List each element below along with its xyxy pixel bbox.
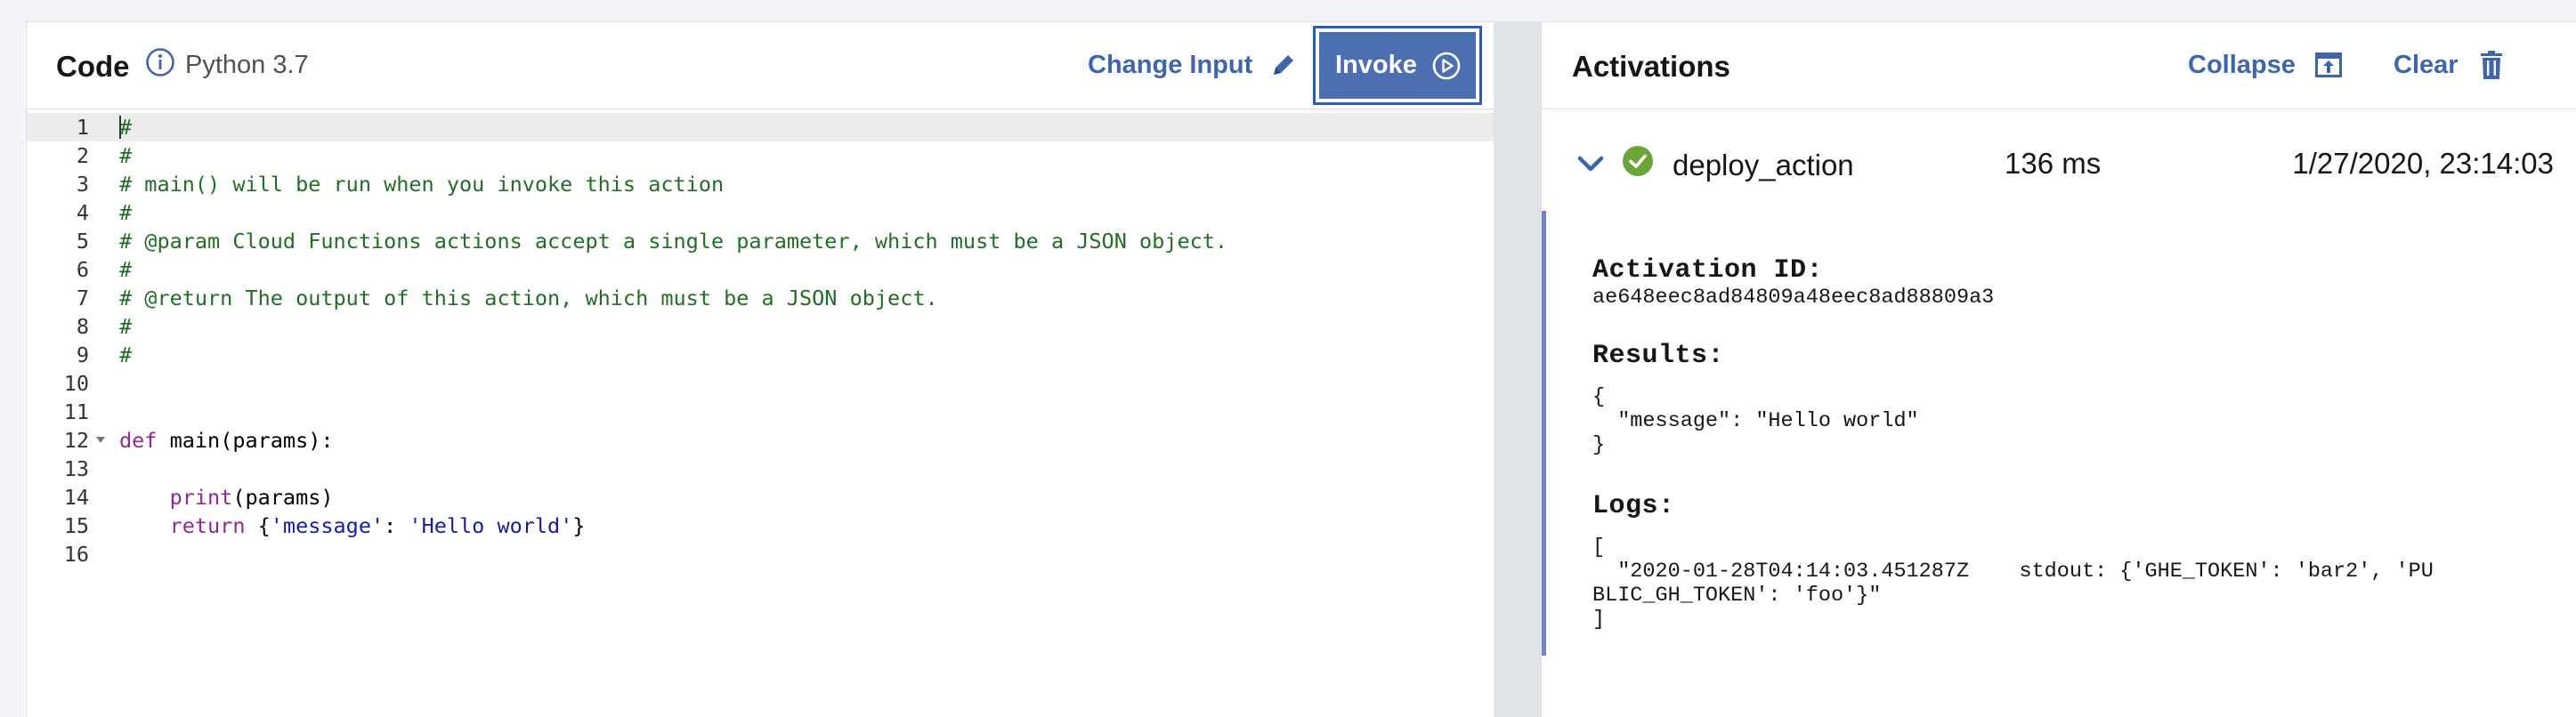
line-number: 15 [63,513,89,538]
line-number: 10 [63,371,89,396]
code-editor[interactable]: 1 #2 #3 # main() will be run when you invok… [27,109,1494,717]
duration: 136 ms [2005,147,2102,180]
code-panel-title: Code [56,50,130,83]
logs-label: Logs: [1592,491,1675,521]
fold-arrow-icon[interactable] [96,437,105,443]
collapse-label: Collapse [2188,50,2296,79]
code-line[interactable]: 11 [27,398,1494,426]
pencil-icon [1274,55,1294,75]
results-label: Results: [1592,341,1725,371]
code-line[interactable]: 4 # [27,198,1494,227]
text-cursor [119,116,121,139]
code-text: # [119,143,133,168]
line-number: 12 [63,428,89,453]
code-line[interactable]: 13 [27,455,1494,483]
code-line[interactable]: 16 [27,540,1494,568]
timestamp: 1/27/2020, 23:14:03 [2292,147,2554,180]
activation-row[interactable]: deploy_action 136 ms 1/27/2020, 23:14:03 [1542,138,2576,200]
line-number: 3 [76,172,89,197]
line-number: 8 [76,314,89,339]
line-number: 4 [76,200,89,225]
info-icon[interactable] [145,47,175,77]
code-line[interactable]: 2 # [27,141,1494,170]
panel-divider[interactable] [1495,21,1541,717]
code-text: return {'message': 'Hello world'} [169,513,586,538]
line-number: 14 [63,485,89,510]
change-input-label: Change Input [1088,50,1253,79]
code-line[interactable]: 12 def main(params): [27,426,1494,455]
activation-id-value: ae648eec8ad84809a48eec8ad88809a3 [1592,286,1995,310]
code-line[interactable]: 7 # @return The output of this action, wh… [27,284,1494,312]
code-text: # @param Cloud Functions actions accept … [119,229,1228,254]
code-line[interactable]: 3 # main() will be run when you invoke th… [27,170,1494,198]
chevron-down-icon[interactable] [1577,156,1604,173]
activations-title: Activations [1572,50,1730,83]
line-number: 1 [76,115,89,140]
collapse-button[interactable]: Collapse [2188,44,2344,86]
code-text: # [119,314,133,339]
code-line[interactable]: 5 # @param Cloud Functions actions accept… [27,227,1494,255]
code-text: print(params) [169,485,334,510]
code-text: # [119,115,133,140]
activation-id-label: Activation ID: [1592,255,1824,286]
code-line[interactable]: 8 # [27,312,1494,341]
play-circle-icon [1432,52,1461,79]
code-line[interactable]: 9 # [27,341,1494,369]
trash-icon [2480,51,2502,79]
code-header: Code Python 3.7 Change Input Invoke [27,22,1494,109]
line-number: 5 [76,229,89,254]
code-text: # [119,342,133,367]
invoke-label: Invoke [1335,51,1417,79]
code-line[interactable]: 10 [27,369,1494,398]
action-name: deploy_action [1673,149,1854,181]
activations-panel: Activations Collapse Clear deploy_action… [1541,21,2576,717]
line-number: 11 [63,399,89,424]
code-text: # main() will be run when you invoke thi… [119,172,725,197]
line-number: 13 [63,456,89,481]
line-number: 9 [76,342,89,367]
activations-header: Activations Collapse Clear [1542,22,2576,109]
code-line[interactable]: 15 return {'message': 'Hello world'} [27,512,1494,540]
clear-label: Clear [2394,50,2459,79]
code-line[interactable]: 14 print(params) [27,483,1494,512]
line-number: 6 [76,257,89,282]
invoke-button-body: Invoke [1319,32,1476,99]
code-line[interactable]: 1 # [27,113,1494,141]
line-number: 16 [63,542,89,567]
line-number: 2 [76,143,89,168]
code-line[interactable]: 6 # [27,255,1494,284]
code-text: # [119,200,133,225]
collapse-icon [2314,52,2342,77]
clear-button[interactable]: Clear [2394,44,2505,86]
code-text: def main(params): [119,428,334,453]
code-text: # @return The output of this action, whi… [119,286,938,310]
line-number: 7 [76,286,89,310]
activation-details: Activation ID: ae648eec8ad84809a48eec8ad… [1542,211,2576,656]
runtime-label: Python 3.7 [185,51,309,79]
invoke-button[interactable]: Invoke [1313,26,1482,105]
code-text: # [119,257,133,282]
logs-value: [ "2020-01-28T04:14:03.451287Z stdout: {… [1592,536,2434,632]
success-check-icon [1623,146,1653,176]
results-value: { "message": "Hello world" } [1592,385,1919,457]
change-input-button[interactable]: Change Input [1088,44,1299,86]
code-panel: Code Python 3.7 Change Input Invoke 1 # … [26,21,1495,717]
